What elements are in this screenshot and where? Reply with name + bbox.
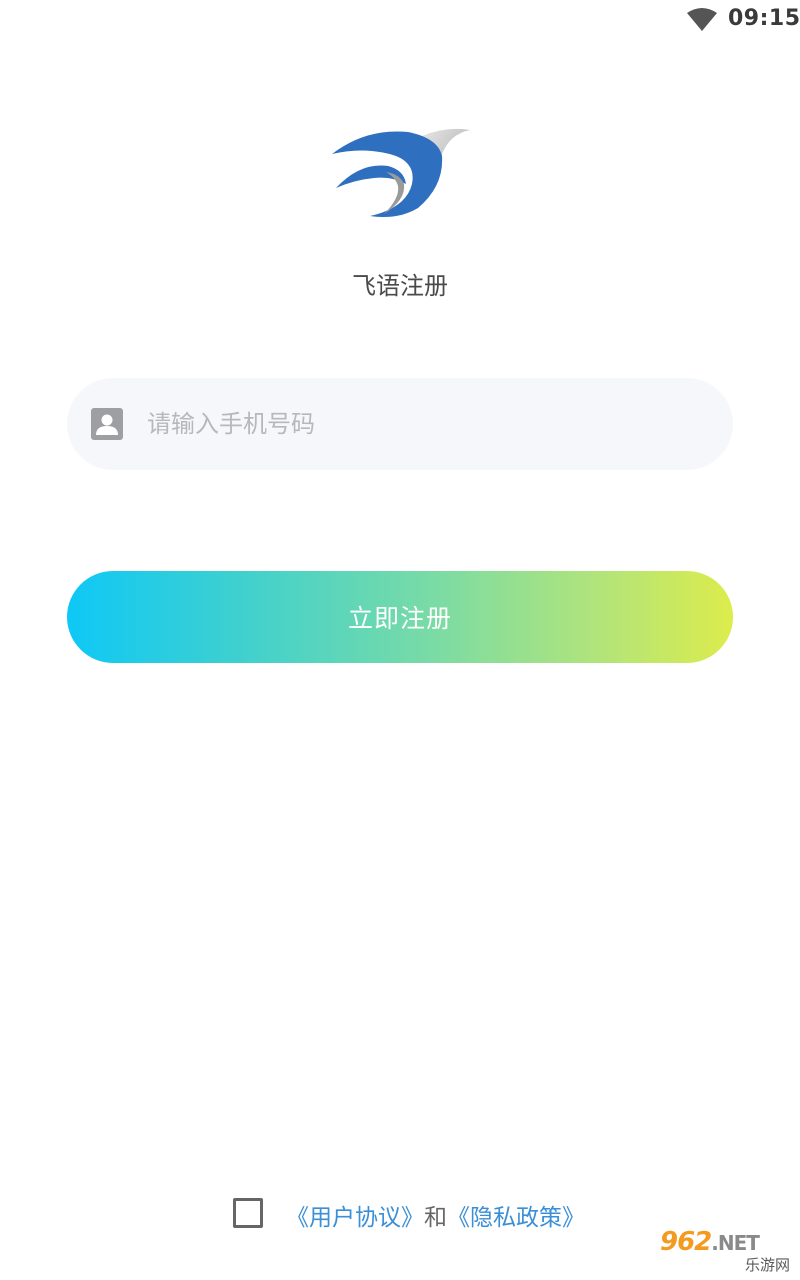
register-screen: 09:15 飞语注册 立即注册 《用户协议》和《隐私政策》 962.NET 乐 [0,0,800,1280]
agreement-checkbox[interactable] [233,1198,263,1228]
register-button[interactable]: 立即注册 [67,571,733,663]
watermark-logo: 962.NET 乐游网 [660,1228,794,1276]
app-title: 飞语注册 [352,272,448,300]
phone-input[interactable] [147,378,707,470]
phone-field[interactable] [67,378,733,470]
watermark-brand: 962.NET [660,1227,760,1257]
status-time: 09:15 [728,6,800,31]
watermark-site-name: 乐游网 [744,1256,790,1274]
bird-logo-icon [332,128,470,217]
privacy-policy-link[interactable]: 《隐私政策》 [447,1205,585,1231]
user-card-icon [91,408,123,440]
agreement-text: 《用户协议》和《隐私政策》 [286,1198,585,1232]
status-bar: 09:15 [0,0,800,44]
wifi-icon [687,8,717,31]
user-agreement-link[interactable]: 《用户协议》 [286,1205,424,1231]
agreement-and-text: 和 [424,1205,447,1231]
